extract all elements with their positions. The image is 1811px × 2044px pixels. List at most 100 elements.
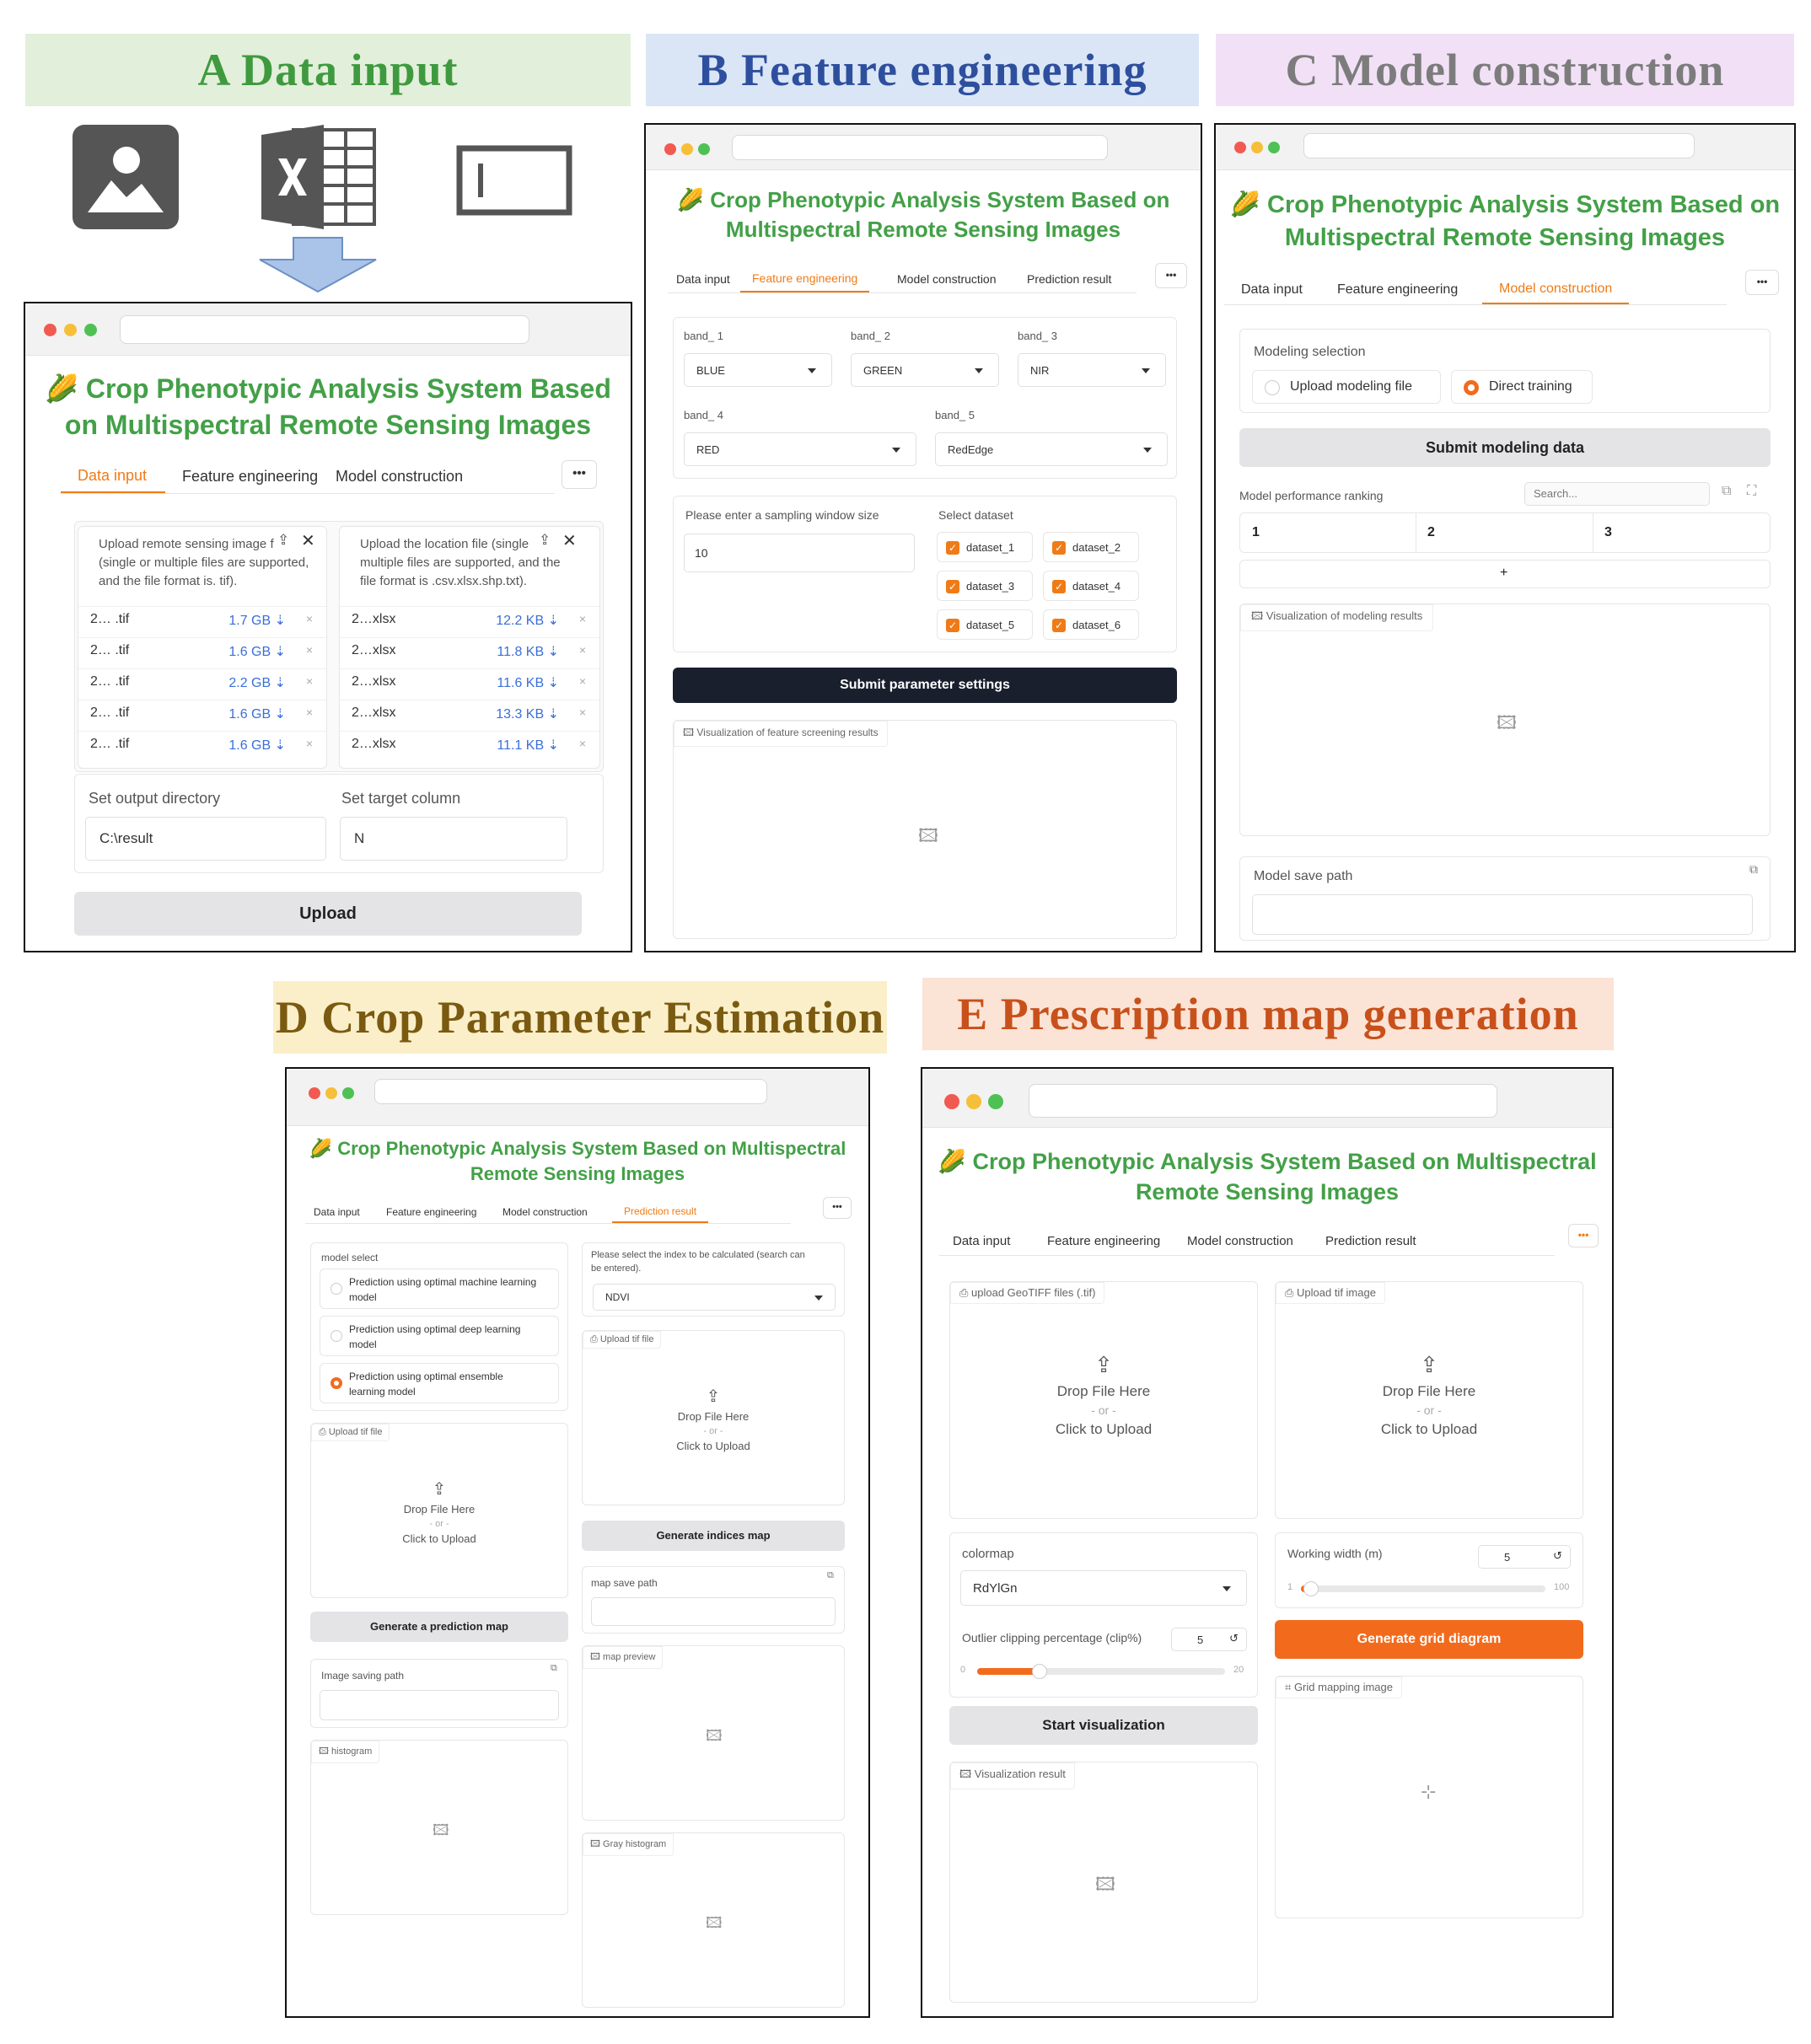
url-bar[interactable] xyxy=(120,315,529,344)
dataset-checkbox[interactable]: ✓ dataset_6 xyxy=(1043,609,1139,640)
tab-data-input[interactable]: Data input xyxy=(676,272,730,292)
submit-modeling-button[interactable]: Submit modeling data xyxy=(1239,428,1771,467)
tab-feature-engineering[interactable]: Feature engineering xyxy=(386,1206,476,1223)
window-size-input[interactable]: 10 xyxy=(684,534,915,572)
more-button[interactable]: ••• xyxy=(1568,1224,1599,1247)
remove-icon[interactable]: × xyxy=(306,674,313,688)
tab-data-input[interactable]: Data input xyxy=(953,1234,1010,1255)
remove-icon[interactable]: × xyxy=(579,674,586,688)
model-save-input[interactable] xyxy=(1252,894,1753,935)
file-size-link[interactable]: 11.6 KB ⇣ xyxy=(497,674,559,691)
clip-input[interactable]: 5 ↺ xyxy=(1171,1628,1247,1651)
more-button[interactable]: ••• xyxy=(1745,270,1779,295)
tab-model-construction[interactable]: Model construction xyxy=(1482,282,1630,304)
tab-data-input[interactable]: Data input xyxy=(314,1206,360,1223)
remove-icon[interactable]: × xyxy=(306,737,313,750)
file-size-link[interactable]: 12.2 KB ⇣ xyxy=(496,612,559,629)
copy-icon[interactable]: ⧉ xyxy=(1749,862,1758,877)
reset-icon[interactable]: ↺ xyxy=(1229,1632,1239,1645)
output-dir-input[interactable]: C:\result xyxy=(85,817,326,861)
copy-icon[interactable]: ⧉ xyxy=(827,1570,834,1581)
table-header-1[interactable]: 1 xyxy=(1252,525,1260,540)
index-dropdown[interactable]: NDVI xyxy=(593,1284,836,1311)
width-slider-track[interactable] xyxy=(1301,1581,1545,1596)
add-row-button[interactable]: + xyxy=(1239,560,1771,588)
more-button[interactable]: ••• xyxy=(562,460,597,489)
clip-slider-track[interactable] xyxy=(977,1664,1225,1679)
file-size-link[interactable]: 1.6 GB ⇣ xyxy=(228,643,286,660)
tab-prediction-result[interactable]: Prediction result xyxy=(1325,1234,1416,1255)
option-ml-model[interactable]: Prediction using optimal machine learnin… xyxy=(320,1269,559,1309)
remove-icon[interactable]: × xyxy=(306,643,313,657)
url-bar[interactable] xyxy=(374,1079,767,1104)
option-upload-modeling-file[interactable]: Upload modeling file xyxy=(1252,370,1441,404)
band-dropdown[interactable]: NIR xyxy=(1018,353,1166,387)
upload-tif-dropzone-2[interactable]: ⎙ Upload tif file ⇪ Drop File Here - or … xyxy=(582,1330,845,1505)
upload-icon[interactable]: ⇪ xyxy=(277,532,289,549)
colormap-dropdown[interactable]: RdYlGn xyxy=(960,1570,1247,1606)
file-size-link[interactable]: 2.2 GB ⇣ xyxy=(228,674,286,691)
remove-icon[interactable]: × xyxy=(579,612,586,625)
search-input[interactable]: Search... xyxy=(1524,482,1710,506)
table-header-2[interactable]: 2 xyxy=(1427,525,1435,540)
file-size-link[interactable]: 13.3 KB ⇣ xyxy=(496,705,559,722)
remote-sensing-upload[interactable]: Upload remote sensing image f (single or… xyxy=(78,526,327,769)
close-icon[interactable]: ✕ xyxy=(562,530,577,551)
band-dropdown[interactable]: GREEN xyxy=(851,353,999,387)
url-bar[interactable] xyxy=(732,135,1108,160)
close-icon[interactable]: ✕ xyxy=(301,530,315,551)
remove-icon[interactable]: × xyxy=(579,705,586,719)
table-header-3[interactable]: 3 xyxy=(1604,525,1612,540)
option-direct-training[interactable]: Direct training xyxy=(1451,370,1593,404)
copy-icon[interactable]: ⧉ xyxy=(1722,484,1731,499)
geotiff-upload-dropzone[interactable]: ⎙ upload GeoTIFF files (.tif) ⇪ Drop Fil… xyxy=(949,1281,1258,1519)
copy-icon[interactable]: ⧉ xyxy=(551,1663,557,1674)
fullscreen-icon[interactable]: ⛶ xyxy=(1747,484,1756,499)
dataset-checkbox[interactable]: ✓ dataset_5 xyxy=(937,609,1033,640)
map-save-input[interactable] xyxy=(591,1597,836,1626)
band-dropdown[interactable]: BLUE xyxy=(684,353,832,387)
more-button[interactable]: ••• xyxy=(823,1197,852,1219)
file-size-link[interactable]: 1.6 GB ⇣ xyxy=(228,705,286,722)
image-saving-input[interactable] xyxy=(320,1690,559,1720)
upload-icon[interactable]: ⇪ xyxy=(539,532,551,549)
start-visualization-button[interactable]: Start visualization xyxy=(949,1706,1258,1745)
more-button[interactable]: ••• xyxy=(1155,263,1187,288)
remove-icon[interactable]: × xyxy=(579,643,586,657)
option-ensemble-model[interactable]: Prediction using optimal ensemble learnin… xyxy=(320,1363,559,1403)
target-col-input[interactable]: N xyxy=(340,817,567,861)
dataset-checkbox[interactable]: ✓ dataset_4 xyxy=(1043,571,1139,601)
tab-data-input[interactable]: Data input xyxy=(61,467,165,493)
location-file-upload[interactable]: Upload the location file (single multipl… xyxy=(339,526,600,769)
tab-prediction-result[interactable]: Prediction result xyxy=(1027,272,1111,292)
tab-data-input[interactable]: Data input xyxy=(1241,282,1303,304)
reset-icon[interactable]: ↺ xyxy=(1553,1549,1562,1563)
tab-model-construction[interactable]: Model construction xyxy=(502,1206,588,1223)
generate-prediction-button[interactable]: Generate a prediction map xyxy=(310,1612,568,1642)
remove-icon[interactable]: × xyxy=(306,612,313,625)
file-size-link[interactable]: 1.7 GB ⇣ xyxy=(228,612,286,629)
remove-icon[interactable]: × xyxy=(306,705,313,719)
clip-slider-thumb[interactable] xyxy=(1031,1664,1047,1679)
dataset-checkbox[interactable]: ✓ dataset_3 xyxy=(937,571,1033,601)
submit-parameter-button[interactable]: Submit parameter settings xyxy=(673,668,1177,703)
tab-model-construction[interactable]: Model construction xyxy=(336,468,463,493)
upload-tif-dropzone[interactable]: ⎙ Upload tif file ⇪ Drop File Here - or … xyxy=(310,1423,568,1598)
tab-feature-engineering[interactable]: Feature engineering xyxy=(740,271,870,292)
file-size-link[interactable]: 1.6 GB ⇣ xyxy=(228,737,286,754)
remove-icon[interactable]: × xyxy=(579,737,586,750)
url-bar[interactable] xyxy=(1303,133,1695,158)
width-slider-thumb[interactable] xyxy=(1303,1581,1319,1596)
url-bar[interactable] xyxy=(1029,1084,1497,1118)
tab-model-construction[interactable]: Model construction xyxy=(897,272,997,292)
tab-feature-engineering[interactable]: Feature engineering xyxy=(1047,1234,1160,1255)
band-dropdown[interactable]: RedEdge xyxy=(935,432,1168,466)
dataset-checkbox[interactable]: ✓ dataset_1 xyxy=(937,532,1033,562)
tab-model-construction[interactable]: Model construction xyxy=(1187,1234,1293,1255)
tif-image-upload-dropzone[interactable]: ⎙ Upload tif image ⇪ Drop File Here - or… xyxy=(1275,1281,1583,1519)
generate-grid-button[interactable]: Generate grid diagram xyxy=(1275,1620,1583,1659)
width-input[interactable]: 5 ↺ xyxy=(1478,1545,1571,1569)
tab-feature-engineering[interactable]: Feature engineering xyxy=(1337,282,1458,304)
option-dl-model[interactable]: Prediction using optimal deep learning mo… xyxy=(320,1316,559,1356)
band-dropdown[interactable]: RED xyxy=(684,432,916,466)
